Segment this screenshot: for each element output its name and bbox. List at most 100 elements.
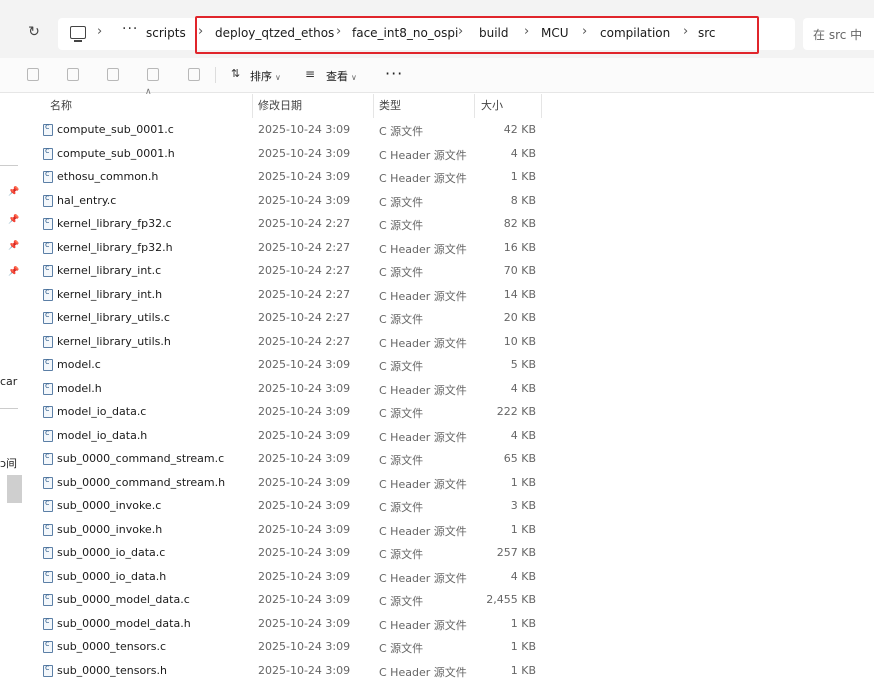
c-file-icon [43,663,53,677]
toolbar-divider [215,67,216,83]
sort-button[interactable]: 排序 ∨ [250,68,281,84]
file-date: 2025-10-24 3:09 [258,546,351,559]
column-divider[interactable] [474,94,475,118]
c-file-icon [43,310,53,324]
file-name: kernel_library_fp32.c [57,217,172,230]
file-row[interactable]: model_io_data.h 2025-10-24 3:09 C Header 源… [38,426,558,449]
navigation-pane: 📌 📌 📌 📌 car ɔ间 [0,93,22,699]
c-file-icon [43,263,53,277]
column-header-date[interactable]: 修改日期 [258,97,302,113]
file-row[interactable]: sub_0000_model_data.h 2025-10-24 3:09 C He… [38,614,558,637]
view-icon[interactable]: ≡ [305,67,315,81]
file-size: 4 KB [510,146,536,160]
c-file-icon [43,381,53,395]
file-row[interactable]: kernel_library_fp32.h 2025-10-24 2:27 C He… [38,238,558,261]
copy-icon[interactable] [27,68,39,81]
file-row[interactable]: sub_0000_invoke.h 2025-10-24 3:09 C Header… [38,520,558,543]
column-header-name[interactable]: 名称 [50,97,72,113]
file-name: sub_0000_invoke.c [57,499,162,512]
file-size: 1 KB [510,475,536,489]
file-date: 2025-10-24 2:27 [258,287,351,301]
delete-icon[interactable] [188,68,200,81]
file-row[interactable]: model.c 2025-10-24 3:09 C 源文件 5 KB [38,355,558,378]
file-row[interactable]: sub_0000_command_stream.h 2025-10-24 3:09… [38,473,558,496]
sidebar-divider [0,165,18,166]
rename-icon[interactable] [107,68,119,81]
file-row[interactable]: sub_0000_tensors.c 2025-10-24 3:09 C 源文件 1 … [38,637,558,660]
pin-icon: 📌 [8,241,20,251]
c-file-icon [43,428,53,442]
sidebar-scrollbar[interactable] [7,475,22,503]
file-row[interactable]: model.h 2025-10-24 3:09 C Header 源文件 4 KB [38,379,558,402]
file-name: model.c [57,358,101,371]
file-name: kernel_library_int.h [57,287,163,301]
file-row[interactable]: kernel_library_utils.h 2025-10-24 2:27 C H… [38,332,558,355]
file-row[interactable]: model_io_data.c 2025-10-24 3:09 C 源文件 222 K… [38,402,558,425]
share-icon[interactable] [147,68,159,81]
file-row[interactable]: ethosu_common.h 2025-10-24 3:09 C Header 源… [38,167,558,190]
file-size: 257 KB [496,546,536,559]
file-type: C 源文件 [379,125,424,138]
column-divider[interactable] [252,94,253,118]
breadcrumb-overflow[interactable]: ··· [122,21,138,37]
column-divider[interactable] [373,94,374,118]
c-file-icon [43,545,53,559]
file-name: model_io_data.h [57,428,148,442]
file-row[interactable]: sub_0000_invoke.c 2025-10-24 3:09 C 源文件 3 K… [38,496,558,519]
column-divider[interactable] [541,94,542,118]
file-row[interactable]: sub_0000_command_stream.c 2025-10-24 3:09… [38,449,558,472]
c-file-icon [43,287,53,301]
file-row[interactable]: kernel_library_fp32.c 2025-10-24 2:27 C 源文… [38,214,558,237]
file-row[interactable]: compute_sub_0001.c 2025-10-24 3:09 C 源文件 42… [38,120,558,143]
c-file-icon [43,569,53,583]
command-bar: ⇅ 排序 ∨ ≡ 查看 ∨ ··· [0,58,874,92]
file-row[interactable]: kernel_library_int.c 2025-10-24 2:27 C 源文件… [38,261,558,284]
file-date: 2025-10-24 2:27 [258,217,351,230]
file-row[interactable]: hal_entry.c 2025-10-24 3:09 C 源文件 8 KB [38,191,558,214]
file-type: C 源文件 [379,501,424,514]
sort-icon[interactable]: ⇅ [231,67,240,80]
file-size: 20 KB [503,311,536,324]
file-date: 2025-10-24 3:09 [258,193,351,207]
file-name: sub_0000_model_data.c [57,593,190,606]
file-date: 2025-10-24 3:09 [258,475,351,489]
file-size: 1 KB [510,663,536,677]
c-file-icon [43,193,53,207]
column-header-size[interactable]: 大小 [481,97,503,113]
file-name: kernel_library_int.c [57,264,162,277]
file-name: sub_0000_io_data.c [57,546,166,559]
file-date: 2025-10-24 3:09 [258,663,351,677]
search-box[interactable]: 在 src 中 [803,18,874,50]
file-date: 2025-10-24 3:09 [258,616,351,630]
file-row[interactable]: sub_0000_io_data.h 2025-10-24 3:09 C Heade… [38,567,558,590]
file-size: 1 KB [510,616,536,630]
file-row[interactable]: sub_0000_model_data.c 2025-10-24 3:09 C 源文… [38,590,558,613]
paste-icon[interactable] [67,68,79,81]
sidebar-item-label[interactable]: car [0,375,17,388]
file-name: sub_0000_io_data.h [57,569,167,583]
view-button[interactable]: 查看 ∨ [326,68,357,84]
c-file-icon [43,216,53,230]
sidebar-item-label[interactable]: ɔ间 [0,455,17,471]
column-header-type[interactable]: 类型 [379,97,401,113]
file-type: C 源文件 [379,266,424,279]
file-type: C Header 源文件 [379,524,467,538]
file-row[interactable]: sub_0000_tensors.h 2025-10-24 3:09 C Heade… [38,661,558,684]
refresh-icon[interactable]: ↻ [26,24,42,40]
file-name: compute_sub_0001.c [57,123,174,136]
file-date: 2025-10-24 3:09 [258,640,351,653]
more-options-button[interactable]: ··· [385,64,403,83]
file-size: 222 KB [496,405,536,418]
file-size: 4 KB [510,569,536,583]
c-file-icon [43,475,53,489]
breadcrumb-scripts[interactable]: scripts [146,26,186,40]
file-row[interactable]: kernel_library_int.h 2025-10-24 2:27 C Hea… [38,285,558,308]
file-size: 4 KB [510,381,536,395]
file-row[interactable]: compute_sub_0001.h 2025-10-24 3:09 C Heade… [38,144,558,167]
file-name: sub_0000_model_data.h [57,616,191,630]
file-row[interactable]: sub_0000_io_data.c 2025-10-24 3:09 C 源文件 25… [38,543,558,566]
file-row[interactable]: kernel_library_utils.c 2025-10-24 2:27 C 源… [38,308,558,331]
file-name: kernel_library_utils.c [57,311,170,324]
file-name: kernel_library_fp32.h [57,240,173,254]
file-size: 10 KB [503,334,536,348]
